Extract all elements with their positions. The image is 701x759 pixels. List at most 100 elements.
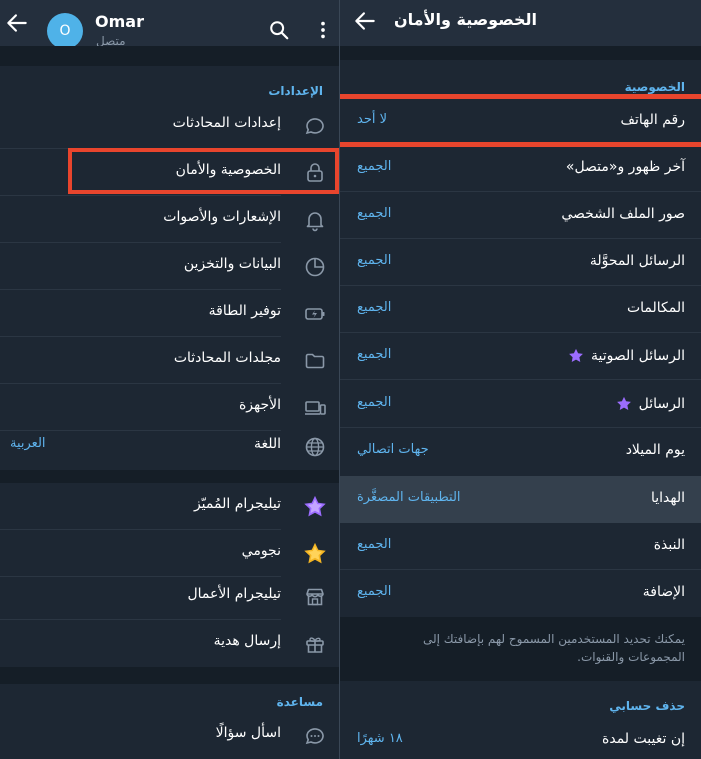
pie-chart-icon xyxy=(305,257,325,277)
premium-star-icon xyxy=(616,396,631,410)
privacy-row-birthday[interactable]: يوم الميلاد جهات اتصالي xyxy=(340,428,701,475)
page-title: الخصوصية والأمان xyxy=(394,10,537,29)
privacy-row-label: المكالمات xyxy=(626,300,685,316)
privacy-row-label: يوم الميلاد xyxy=(625,442,685,458)
battery-icon xyxy=(305,308,325,320)
privacy-row-gifts[interactable]: الهدايا التطبيقات المصغَّرة xyxy=(340,476,701,523)
privacy-row-profile-photos[interactable]: صور الملف الشخصي الجميع xyxy=(340,192,701,239)
settings-item-label: الإشعارات والأصوات xyxy=(163,209,281,225)
avatar[interactable]: O xyxy=(47,13,83,49)
bell-icon xyxy=(306,212,324,232)
settings-item-language[interactable]: اللغة العربية xyxy=(0,423,339,470)
privacy-row-label: الإضافة xyxy=(642,584,685,600)
privacy-row-label: رقم الهاتف xyxy=(620,112,685,128)
settings-item-label: الأجهزة xyxy=(238,397,281,413)
settings-item-notifications[interactable]: الإشعارات والأصوات xyxy=(0,196,339,243)
privacy-section-title: الخصوصية xyxy=(624,80,685,94)
privacy-row-value: الجميع xyxy=(357,347,392,362)
privacy-row-label: الهدايا xyxy=(650,490,685,506)
delete-account-row[interactable]: إن تغيبت لمدة ١٨ شهرًا xyxy=(340,717,701,759)
privacy-header: الخصوصية والأمان xyxy=(340,0,701,46)
privacy-row-value: لا أحد xyxy=(357,112,388,127)
section-gap xyxy=(340,46,701,60)
settings-item-label: الخصوصية والأمان xyxy=(175,162,281,178)
folder-icon xyxy=(305,353,325,369)
privacy-row-phone[interactable]: رقم الهاتف لا أحد xyxy=(340,98,701,145)
search-icon[interactable] xyxy=(268,19,290,41)
privacy-row-value: الجميع xyxy=(357,206,392,221)
privacy-row-messages[interactable]: الرسائل الجميع xyxy=(340,381,701,428)
settings-item-privacy[interactable]: الخصوصية والأمان xyxy=(0,149,339,196)
back-arrow-icon[interactable] xyxy=(352,8,378,34)
settings-header: O Omar متصل xyxy=(0,0,339,49)
privacy-row-value: التطبيقات المصغَّرة xyxy=(357,490,461,505)
privacy-row-bio[interactable]: النبذة الجميع xyxy=(340,523,701,570)
language-value: العربية xyxy=(10,436,46,451)
premium-star-icon xyxy=(304,495,326,517)
back-arrow-icon[interactable] xyxy=(4,10,30,36)
section-gap xyxy=(0,667,339,684)
settings-item-power[interactable]: توفير الطاقة xyxy=(0,290,339,337)
settings-item-label: تيليجرام المُميّز xyxy=(193,496,281,512)
privacy-row-label: صور الملف الشخصي xyxy=(561,206,685,222)
section-gap xyxy=(0,470,339,483)
privacy-row-value: الجميع xyxy=(357,159,392,174)
premium-star-icon xyxy=(569,348,583,362)
settings-item-folders[interactable]: مجلدات المحادثات xyxy=(0,337,339,384)
privacy-row-invites[interactable]: الإضافة الجميع xyxy=(340,570,701,617)
settings-item-data[interactable]: البيانات والتخزين xyxy=(0,243,339,290)
divider xyxy=(340,379,701,380)
privacy-row-value: الجميع xyxy=(357,300,392,315)
settings-item-chat[interactable]: إعدادات المحادثات xyxy=(0,102,339,149)
settings-item-label: اللغة xyxy=(253,436,281,452)
settings-item-label: تيليجرام الأعمال xyxy=(187,586,281,602)
settings-item-label: البيانات والتخزين xyxy=(183,256,281,272)
privacy-row-voice-messages[interactable]: الرسائل الصوتية الجميع xyxy=(340,333,701,380)
privacy-row-label-wrap: الرسائل xyxy=(615,395,685,413)
lock-icon xyxy=(307,163,323,182)
annotation-highlight-top xyxy=(340,94,701,99)
privacy-row-value: الجميع xyxy=(357,253,392,268)
privacy-row-calls[interactable]: المكالمات الجميع xyxy=(340,286,701,333)
privacy-row-value: جهات اتصالي xyxy=(357,442,429,457)
question-chat-icon xyxy=(305,728,324,745)
privacy-row-value: الجميع xyxy=(357,537,392,552)
settings-pane: O Omar متصل الإعدادات إعدادات المحادثات … xyxy=(0,0,339,759)
privacy-row-last-seen[interactable]: آخر ظهور و«متصل» الجميع xyxy=(340,145,701,192)
settings-item-label: اسأل سؤالًا xyxy=(215,725,281,741)
premium-item[interactable]: تيليجرام المُميّز xyxy=(0,483,339,530)
devices-icon xyxy=(305,401,326,415)
invites-hint-text: يمكنك تحديد المستخدمين المسموح لهم بإضاف… xyxy=(422,632,685,664)
privacy-row-value: الجميع xyxy=(357,584,392,599)
settings-item-label: إعدادات المحادثات xyxy=(172,115,281,131)
privacy-row-label: آخر ظهور و«متصل» xyxy=(565,159,685,175)
business-item[interactable]: تيليجرام الأعمال xyxy=(0,573,339,620)
ask-question-item[interactable]: اسأل سؤالًا xyxy=(0,712,339,759)
settings-item-label: مجلدات المحادثات xyxy=(173,350,281,366)
settings-item-label: نجومي xyxy=(241,543,281,559)
delete-row-value: ١٨ شهرًا xyxy=(357,731,403,746)
shop-icon xyxy=(306,588,324,606)
help-section-title: مساعدة xyxy=(276,695,323,709)
privacy-security-pane: الخصوصية والأمان الخصوصية رقم الهاتف لا … xyxy=(340,0,701,759)
section-gap xyxy=(0,46,339,66)
privacy-row-label: الرسائل الصوتية xyxy=(591,348,685,364)
settings-item-label: إرسال هدية xyxy=(213,633,281,649)
gift-icon xyxy=(306,637,324,653)
privacy-row-label: النبذة xyxy=(653,537,685,553)
gold-star-icon xyxy=(304,542,326,564)
privacy-row-label: الرسائل xyxy=(638,396,685,412)
delete-account-section-title: حذف حسابي xyxy=(609,699,685,713)
gift-item[interactable]: إرسال هدية xyxy=(0,620,339,667)
annotation-highlight-bottom xyxy=(340,142,701,147)
settings-item-label: توفير الطاقة xyxy=(208,303,281,319)
privacy-row-label: الرسائل المحوَّلة xyxy=(589,253,685,269)
globe-icon xyxy=(305,437,325,457)
settings-section-title: الإعدادات xyxy=(268,84,323,98)
privacy-row-forwarded[interactable]: الرسائل المحوَّلة الجميع xyxy=(340,239,701,286)
delete-row-label: إن تغيبت لمدة xyxy=(602,731,685,747)
stars-item[interactable]: نجومي xyxy=(0,530,339,577)
profile-name: Omar xyxy=(95,12,144,31)
more-vertical-icon[interactable] xyxy=(312,19,334,41)
privacy-row-value: الجميع xyxy=(357,395,392,410)
